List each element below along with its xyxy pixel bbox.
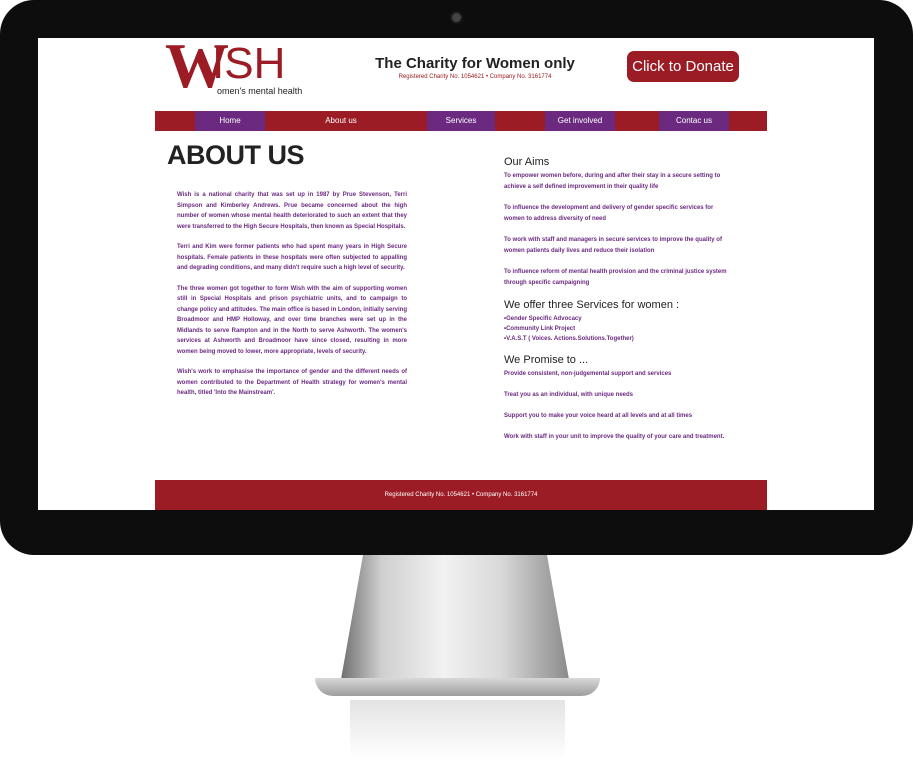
nav-services[interactable]: Services [427, 111, 495, 131]
service-item: •V.A.S.T ( Voices. Actions.Solutions.Tog… [504, 336, 634, 342]
nav-about-us[interactable]: About us [306, 111, 376, 131]
base-reflection [350, 700, 565, 760]
footer-registration: Registered Charity No. 1054621 • Company… [155, 480, 767, 510]
tagline-title: The Charity for Women only [375, 55, 575, 72]
main-nav: Home About us Services Get involved Cont… [155, 111, 767, 131]
services-heading: We offer three Services for women : [504, 299, 680, 311]
website: W ISH omen's mental health The Charity f… [155, 38, 767, 510]
monitor-screen: W ISH omen's mental health The Charity f… [38, 38, 874, 510]
promise-item: Provide consistent, non-judgemental supp… [504, 371, 672, 377]
logo-subtitle: omen's mental health [217, 86, 303, 96]
about-paragraph: The three women got together to form Wis… [177, 285, 407, 355]
wish-logo[interactable]: W ISH omen's mental health [165, 38, 305, 98]
aim-item: To influence the development and deliver… [504, 205, 714, 222]
aim-item: To work with staff and managers in secur… [504, 237, 722, 254]
camera-icon [452, 13, 461, 22]
donate-button[interactable]: Click to Donate [627, 51, 739, 82]
promise-item: Work with staff in your unit to improve … [504, 434, 725, 440]
monitor-bezel: W ISH omen's mental health The Charity f… [0, 0, 913, 555]
monitor-base [315, 678, 600, 696]
aim-item: To empower women before, during and afte… [504, 173, 721, 190]
service-item: •Gender Specific Advocacy [504, 316, 582, 322]
services-list: •Gender Specific Advocacy •Community Lin… [504, 314, 734, 344]
tagline-registration: Registered Charity No. 1054621 • Company… [398, 74, 552, 80]
nav-contact-us[interactable]: Contac us [659, 111, 729, 131]
promise-item: Treat you as an individual, with unique … [504, 392, 634, 398]
aim-item: To influence reform of mental health pro… [504, 269, 727, 286]
about-paragraph: Terri and Kim were former patients who h… [177, 244, 407, 271]
nav-home[interactable]: Home [195, 111, 265, 131]
aims-heading: Our Aims [504, 156, 550, 168]
nav-get-involved[interactable]: Get involved [545, 111, 615, 131]
monitor-stand [340, 555, 570, 685]
about-paragraph: Wish is a national charity that was set … [177, 192, 407, 230]
about-paragraph: Wish's work to emphasise the importance … [177, 369, 407, 396]
promise-item: Support you to make your voice heard at … [504, 413, 693, 419]
about-text: Wish is a national charity that was set … [177, 190, 407, 409]
promise-heading: We Promise to ... [504, 354, 589, 366]
right-column: Our Aims To empower women before, during… [504, 156, 734, 453]
service-item: •Community Link Project [504, 326, 576, 332]
page-title: ABOUT US [167, 140, 305, 170]
logo-letters-ish: ISH [212, 39, 286, 88]
header-tagline: The Charity for Women only Registered Ch… [355, 55, 595, 80]
